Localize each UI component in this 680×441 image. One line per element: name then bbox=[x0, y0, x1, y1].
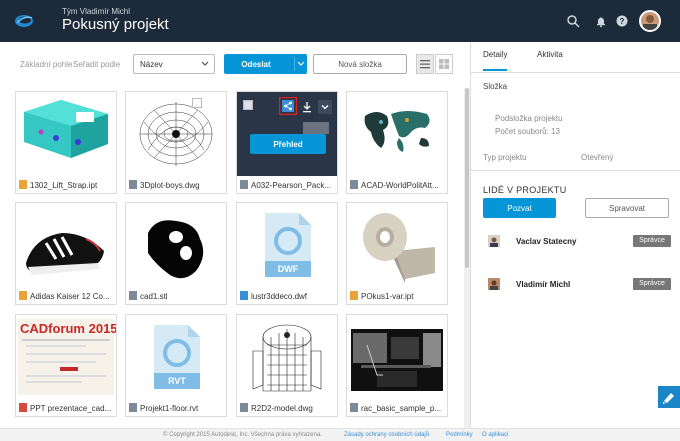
file-grid: 1302_Lift_Strap.ipt 3Dplot-boys.dwg Přeh… bbox=[0, 88, 468, 428]
file-count-text: Počet souborů: 13 bbox=[495, 127, 560, 136]
base-folder-label[interactable]: Základní pohle bbox=[20, 60, 72, 69]
page-footer: © Copyright 2015 Autodesk, Inc. Všechna … bbox=[0, 428, 680, 441]
file-card[interactable]: 3Dplot-boys.dwg bbox=[125, 91, 227, 194]
file-card[interactable]: CADforum 2015 PPT prezentace_cad... bbox=[15, 314, 117, 417]
file-card[interactable]: RVT Projekt1-floor.rvt bbox=[125, 314, 227, 417]
bell-icon[interactable] bbox=[594, 14, 608, 28]
feedback-button[interactable] bbox=[658, 386, 680, 408]
file-thumbnail bbox=[347, 203, 447, 287]
page-title: Pokusný projekt bbox=[62, 16, 169, 33]
file-card[interactable]: Adidas Kaiser 12 Co... bbox=[15, 202, 117, 305]
new-folder-button[interactable]: Nová složka bbox=[313, 54, 407, 74]
file-name: lustr3ddeco.dwf bbox=[240, 291, 336, 301]
avatar bbox=[488, 278, 500, 290]
sort-select[interactable]: Název bbox=[133, 54, 215, 74]
file-card[interactable]: DWF lustr3ddeco.dwf bbox=[236, 202, 338, 305]
chevron-down-icon[interactable] bbox=[318, 100, 332, 114]
search-icon[interactable] bbox=[566, 14, 580, 28]
file-name: 3Dplot-boys.dwg bbox=[129, 180, 225, 190]
file-name: Adidas Kaiser 12 Co... bbox=[19, 291, 115, 301]
copyright-text: © Copyright 2015 Autodesk, Inc. Všechna … bbox=[163, 432, 322, 438]
list-view-button[interactable] bbox=[416, 54, 434, 74]
file-thumbnail bbox=[237, 315, 337, 399]
person-name: Vaclav Statecny bbox=[516, 237, 577, 246]
manage-button[interactable]: Spravovat bbox=[585, 198, 669, 218]
feedback-icon bbox=[663, 393, 674, 404]
tab-activity[interactable]: Aktivita bbox=[537, 50, 563, 59]
file-name: PPT prezentace_cad... bbox=[19, 403, 115, 413]
team-name: Tým Vladimír Michl bbox=[62, 7, 131, 16]
file-card[interactable]: 1302_Lift_Strap.ipt bbox=[15, 91, 117, 194]
avatar bbox=[488, 235, 500, 247]
file-name: POkus1-var.ipt bbox=[350, 291, 446, 301]
file-thumbnail bbox=[347, 92, 447, 176]
chevron-down-icon bbox=[201, 61, 209, 66]
file-thumbnail bbox=[126, 203, 226, 287]
share-icon[interactable] bbox=[279, 97, 297, 115]
file-name: cad1.stl bbox=[129, 291, 225, 301]
privacy-link[interactable]: Zásady ochrany osobních údajů bbox=[344, 432, 429, 438]
file-thumbnail bbox=[126, 92, 226, 176]
file-thumbnail bbox=[16, 92, 116, 176]
role-badge: Správce bbox=[633, 235, 671, 247]
file-thumbnail bbox=[16, 203, 116, 287]
sort-label: Seřadit podle bbox=[73, 60, 121, 69]
app-logo-icon[interactable] bbox=[14, 12, 34, 28]
dwf-badge: DWF bbox=[277, 264, 299, 274]
file-thumbnail bbox=[347, 315, 447, 399]
hover-overlay: Přehled bbox=[237, 92, 337, 176]
details-panel: Detaily Aktivita Složka Podsložka projek… bbox=[470, 42, 680, 428]
file-card[interactable]: Přehled A032-Pearson_Pack... bbox=[236, 91, 338, 194]
file-name: rac_basic_sample_p... bbox=[350, 403, 446, 413]
terms-link[interactable]: Podmínky bbox=[446, 432, 473, 438]
user-avatar[interactable] bbox=[639, 10, 661, 32]
help-icon[interactable]: ? bbox=[615, 14, 629, 28]
file-card[interactable]: rac_basic_sample_p... bbox=[346, 314, 448, 417]
send-button[interactable]: Odeslat bbox=[224, 54, 307, 74]
rvt-badge: RVT bbox=[168, 376, 186, 386]
file-name: R2D2-model.dwg bbox=[240, 403, 336, 413]
role-badge: Správce bbox=[633, 278, 671, 290]
file-card[interactable]: cad1.stl bbox=[125, 202, 227, 305]
file-name: 1302_Lift_Strap.ipt bbox=[19, 180, 115, 190]
file-name: ACAD-WorldPolitAtt... bbox=[350, 180, 446, 190]
about-link[interactable]: O aplikaci bbox=[482, 432, 508, 438]
download-icon[interactable] bbox=[300, 100, 314, 114]
file-name: A032-Pearson_Pack... bbox=[240, 180, 336, 190]
file-card[interactable]: R2D2-model.dwg bbox=[236, 314, 338, 417]
select-checkbox[interactable] bbox=[243, 100, 253, 110]
app-header: Tým Vladimír Michl Pokusný projekt ? bbox=[0, 0, 680, 42]
project-type-label: Typ projektu bbox=[483, 153, 527, 162]
file-name: Projekt1-floor.rvt bbox=[129, 403, 225, 413]
select-checkbox[interactable] bbox=[192, 98, 202, 108]
file-thumbnail: CADforum 2015 bbox=[16, 315, 116, 399]
file-thumbnail: RVT bbox=[126, 315, 226, 399]
svg-text:?: ? bbox=[620, 17, 625, 26]
grid-view-button[interactable] bbox=[435, 54, 453, 74]
person-name: Vladimír Michl bbox=[516, 280, 571, 289]
project-type-value: Otevřený bbox=[581, 153, 614, 162]
invite-button[interactable]: Pozvat bbox=[483, 198, 556, 218]
grid-icon bbox=[439, 59, 449, 69]
file-card[interactable]: ACAD-WorldPolitAtt... bbox=[346, 91, 448, 194]
file-thumbnail: DWF bbox=[237, 203, 337, 287]
overview-button[interactable]: Přehled bbox=[250, 134, 326, 154]
folder-label: Složka bbox=[483, 82, 508, 91]
tab-details[interactable]: Detaily bbox=[483, 50, 508, 71]
list-icon bbox=[420, 60, 430, 69]
file-card[interactable]: POkus1-var.ipt bbox=[346, 202, 448, 305]
subfolder-text: Podsložka projektu bbox=[495, 114, 563, 123]
people-title: LIDÉ V PROJEKTU bbox=[483, 185, 567, 195]
caret-down-icon[interactable] bbox=[297, 60, 305, 68]
